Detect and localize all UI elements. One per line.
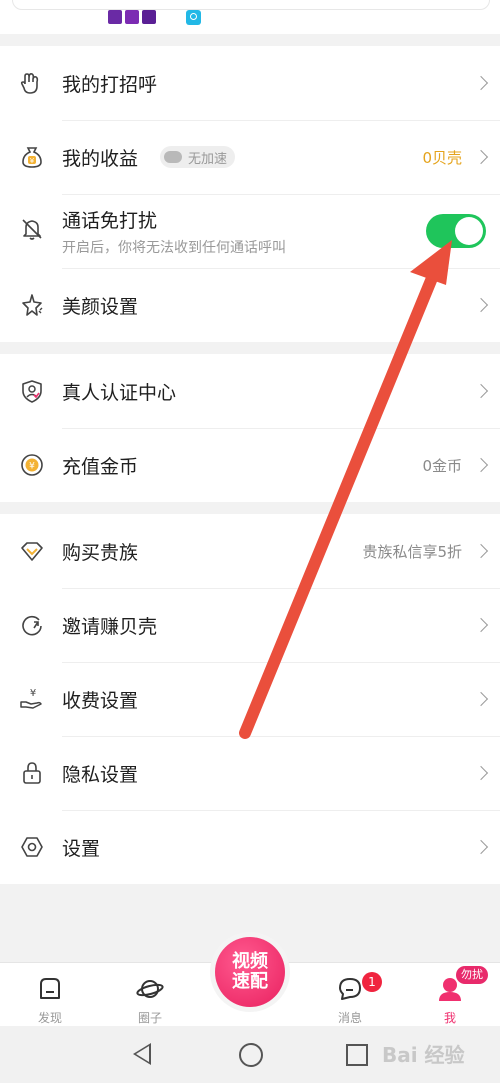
video-match-button-face: 视频 速配 xyxy=(215,937,285,1007)
message-count-badge: 1 xyxy=(362,972,382,992)
tab-label: 我 xyxy=(443,1011,456,1025)
chevron-right-icon xyxy=(473,543,489,559)
svg-text:¥: ¥ xyxy=(29,462,35,472)
tab-circle[interactable]: 圈子 xyxy=(110,963,190,1027)
search-badge-icon xyxy=(186,10,201,25)
video-match-button[interactable]: 视频 速配 xyxy=(210,932,290,1012)
tab-discover[interactable]: 发现 xyxy=(10,963,90,1027)
dnd-status-badge: 勿扰 xyxy=(456,966,488,984)
menu-item-settings[interactable]: 设置 xyxy=(0,810,500,884)
dnd-toggle-switch[interactable] xyxy=(426,214,486,248)
earnings-value: 0贝壳 xyxy=(422,148,462,167)
svg-text:¥: ¥ xyxy=(30,688,36,699)
tab-label: 消息 xyxy=(337,1011,362,1025)
menu-item-label: 我的打招呼 xyxy=(62,73,158,96)
refresh-arrow-icon xyxy=(19,612,45,638)
menu-item-sublabel: 开启后，你将无法收到任何通话呼叫 xyxy=(62,240,286,256)
menu-item-label: 我的收益 xyxy=(62,147,139,170)
chevron-right-icon xyxy=(473,457,489,473)
chevron-right-icon xyxy=(473,149,489,165)
menu-group-1: 我的打招呼 ¥ 我的收益 无加速 0贝壳 通话免打扰 开启后，你将无法收到任何通… xyxy=(0,46,500,342)
svg-text:¥: ¥ xyxy=(30,157,35,165)
no-boost-tag: 无加速 xyxy=(160,146,236,168)
menu-item-label: 真人认证中心 xyxy=(62,381,177,404)
tab-messages[interactable]: 消息 xyxy=(310,963,390,1027)
shield-user-icon xyxy=(19,378,45,404)
medal-badge-icon xyxy=(142,10,156,24)
menu-item-label: 美颜设置 xyxy=(62,295,139,318)
chevron-right-icon xyxy=(473,691,489,707)
chevron-right-icon xyxy=(473,617,489,633)
menu-item-do-not-disturb: 通话免打扰 开启后，你将无法收到任何通话呼叫 xyxy=(0,194,500,268)
lock-icon xyxy=(19,760,45,786)
discover-icon xyxy=(36,975,64,1003)
menu-item-label: 充值金币 xyxy=(62,455,139,478)
profile-header-strip xyxy=(0,0,500,34)
money-bag-icon: ¥ xyxy=(19,144,45,170)
menu-item-label: 隐私设置 xyxy=(62,763,139,786)
watermark-text: Bai 经验 xyxy=(382,1043,465,1067)
menu-item-recharge-coins[interactable]: ¥ 充值金币 0金币 xyxy=(0,428,500,502)
chevron-right-icon xyxy=(473,75,489,91)
chevron-right-icon xyxy=(473,839,489,855)
menu-item-charge-settings[interactable]: ¥ 收费设置 xyxy=(0,662,500,736)
home-circle-icon[interactable] xyxy=(239,1043,263,1067)
hexagon-gear-icon xyxy=(19,834,45,860)
menu-item-label: 购买贵族 xyxy=(62,541,139,564)
planet-icon xyxy=(136,975,164,1003)
chevron-right-icon xyxy=(473,765,489,781)
toggle-knob xyxy=(455,217,483,245)
menu-item-label: 邀请赚贝壳 xyxy=(62,615,158,638)
menu-item-privacy-settings[interactable]: 隐私设置 xyxy=(0,736,500,810)
menu-item-label: 收费设置 xyxy=(62,689,139,712)
chevron-right-icon xyxy=(473,297,489,313)
menu-item-invite-earn[interactable]: 邀请赚贝壳 xyxy=(0,588,500,662)
diamond-icon xyxy=(19,538,45,564)
medal-badge-icon xyxy=(108,10,122,24)
profile-card-edge xyxy=(12,0,490,10)
menu-item-label: 设置 xyxy=(62,837,101,860)
medal-badge-icon xyxy=(125,10,139,24)
hand-money-icon: ¥ xyxy=(19,686,45,712)
sparkle-star-icon xyxy=(19,292,45,318)
chevron-right-icon xyxy=(473,383,489,399)
wave-hand-icon xyxy=(19,70,45,96)
message-icon xyxy=(336,975,364,1003)
cloud-icon xyxy=(164,151,182,163)
menu-item-earnings[interactable]: ¥ 我的收益 无加速 0贝壳 xyxy=(0,120,500,194)
menu-group-3: 购买贵族 贵族私信享5折 邀请赚贝壳 ¥ 收费设置 隐私设置 设置 xyxy=(0,514,500,884)
recent-square-icon[interactable] xyxy=(346,1044,368,1066)
menu-item-verification-center[interactable]: 真人认证中心 xyxy=(0,354,500,428)
bell-mute-icon xyxy=(19,216,45,242)
nobility-promo-value: 贵族私信享5折 xyxy=(362,542,462,561)
menu-group-2: 真人认证中心 ¥ 充值金币 0金币 xyxy=(0,354,500,502)
medal-badges xyxy=(108,10,156,24)
coin-balance-value: 0金币 xyxy=(422,456,462,475)
menu-item-greetings[interactable]: 我的打招呼 xyxy=(0,46,500,120)
yen-coin-icon: ¥ xyxy=(19,452,45,478)
back-triangle-icon[interactable] xyxy=(133,1043,151,1065)
menu-item-beauty-settings[interactable]: 美颜设置 xyxy=(0,268,500,342)
menu-item-buy-nobility[interactable]: 购买贵族 贵族私信享5折 xyxy=(0,514,500,588)
menu-item-label: 通话免打扰 xyxy=(62,210,158,232)
tab-label: 圈子 xyxy=(137,1011,162,1025)
tab-label: 发现 xyxy=(37,1011,62,1025)
